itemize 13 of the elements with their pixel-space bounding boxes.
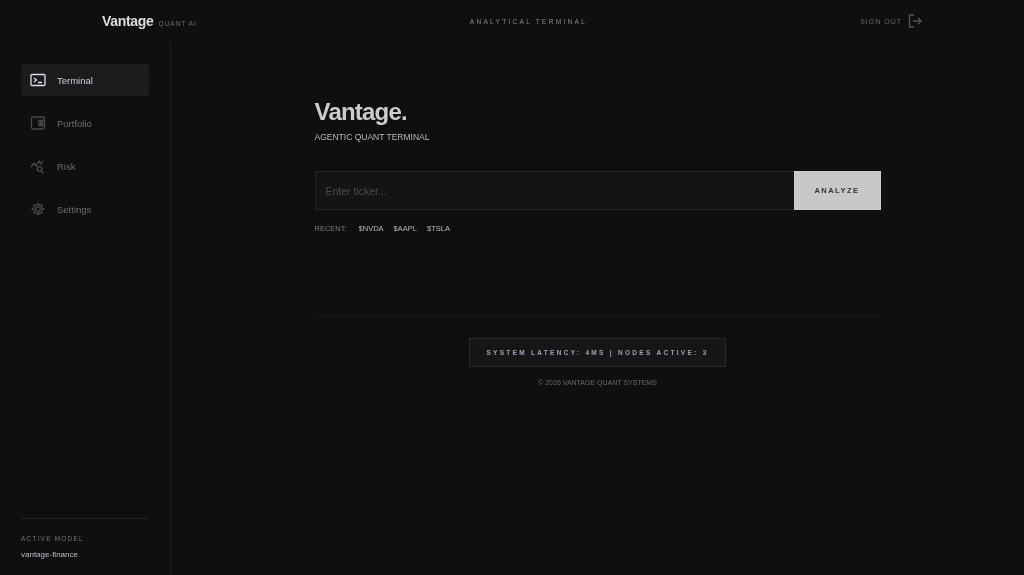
sidebar-item[interactable]: Risk xyxy=(21,150,149,182)
wallet-icon xyxy=(30,115,46,131)
app-subtitle: AGENTIC QUANT TERMINAL xyxy=(314,132,431,142)
chart-search-icon xyxy=(30,158,46,174)
gear-icon xyxy=(30,201,46,217)
sign-out-icon xyxy=(908,14,922,28)
app-title: Vantage. xyxy=(314,98,408,126)
terminal-icon xyxy=(30,72,46,88)
active-model-name: vantage-finance xyxy=(21,550,79,559)
sidebar-item[interactable]: Portfolio xyxy=(21,107,149,139)
sidebar-item[interactable]: Settings xyxy=(21,193,149,225)
brand-name: Vantage xyxy=(102,13,154,29)
sidebar-item[interactable]: Terminal xyxy=(21,64,149,96)
